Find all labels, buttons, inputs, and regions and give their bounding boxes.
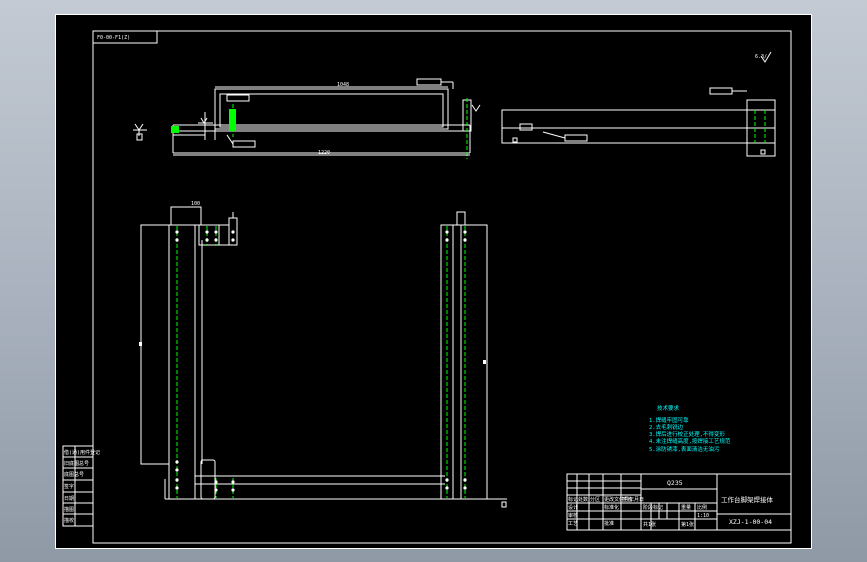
dim-top-span: 1048 — [337, 82, 349, 88]
title-scale-value: 1:10 — [697, 513, 709, 519]
stamp-row-2: 旧底图总号 — [64, 460, 89, 467]
stamp-row-5: 日期 — [64, 496, 74, 502]
stamp-row-1: 借(通)用件登记 — [64, 449, 100, 456]
drawing-canvas: F0-00-F1(Z) 6.3/ 1220 1048 100 技术要求 1.焊缝… — [55, 14, 812, 549]
title-role-standard: 标准化 — [604, 504, 619, 511]
roughness-symbol: 6.3/ — [755, 51, 772, 63]
dim-overall-length: 1220 — [318, 150, 330, 156]
title-row-label-1: 标记 — [568, 496, 578, 503]
plan-view: 100 — [139, 201, 507, 508]
title-drawing-number: XZJ-1-00-04 — [729, 518, 772, 526]
tech-req-title: 技术要求 — [657, 404, 680, 412]
title-row-label-2: 处数 — [578, 496, 588, 503]
side-view — [501, 87, 776, 157]
title-role-approve: 批准 — [604, 520, 614, 527]
corner-tag: F0-00-F1(Z) — [92, 30, 158, 44]
callout-box-5 — [564, 134, 588, 142]
stamp-row-6: 描图 — [64, 506, 74, 513]
title-field-weight: 重量 — [681, 504, 691, 511]
title-part-name: 工作台脚架焊接体 — [721, 495, 774, 504]
title-material: Q235 — [667, 479, 683, 487]
title-role-design: 设计 — [568, 504, 578, 511]
callout-box-1 — [226, 94, 250, 102]
title-field-sheets: 共1张 — [643, 521, 656, 528]
stamp-row-7: 描校 — [64, 517, 74, 524]
tech-req-line-5: 5.涂防锈漆,表面清洁无油污 — [649, 445, 720, 453]
title-field-scale: 比例 — [697, 504, 707, 511]
callout-box-4 — [709, 87, 733, 95]
dim-flange-width: 100 — [191, 201, 200, 207]
technical-requirements: 技术要求 1.焊缝牢固可靠 2.去毛刺锐边 3.焊后进行校正处理,不得变形 4.… — [649, 404, 731, 453]
title-row-label-3: 分区 — [590, 496, 600, 503]
title-field-sheet-no: 第1张 — [681, 521, 694, 528]
stamp-row-3: 底图总号 — [64, 471, 84, 478]
front-view: 1220 1048 — [133, 78, 481, 159]
tech-req-line-4: 4.未注焊缝高度,按焊接工艺规范 — [649, 437, 731, 445]
inner-sheet-border — [92, 30, 792, 544]
title-role-process: 工艺 — [568, 521, 578, 527]
roughness-symbol-text: 6.3/ — [755, 54, 767, 60]
tech-req-line-3: 3.焊后进行校正处理,不得变形 — [649, 430, 725, 438]
corner-tag-text: F0-00-F1(Z) — [97, 35, 130, 41]
tech-req-line-2: 2.去毛刺锐边 — [649, 423, 684, 431]
callout-box-2 — [416, 78, 442, 86]
stamp-row-4: 签字 — [64, 483, 74, 490]
title-block: Q235 工作台脚架焊接体 XZJ-1-00-04 标记 处数 分区 更改文件号… — [566, 473, 792, 531]
callout-box-3 — [232, 140, 256, 148]
title-role-review: 审核 — [568, 512, 578, 519]
tech-req-line-1: 1.焊缝牢固可靠 — [649, 416, 689, 424]
cad-viewport[interactable]: F0-00-F1(Z) 6.3/ 1220 1048 100 技术要求 1.焊缝… — [55, 14, 812, 549]
title-field-stage: 阶段标记 — [643, 504, 663, 511]
title-row-label-6: 年月日 — [629, 496, 644, 503]
left-stamp-block: 借(通)用件登记 旧底图总号 底图总号 签字 日期 描图 描校 — [62, 445, 100, 527]
